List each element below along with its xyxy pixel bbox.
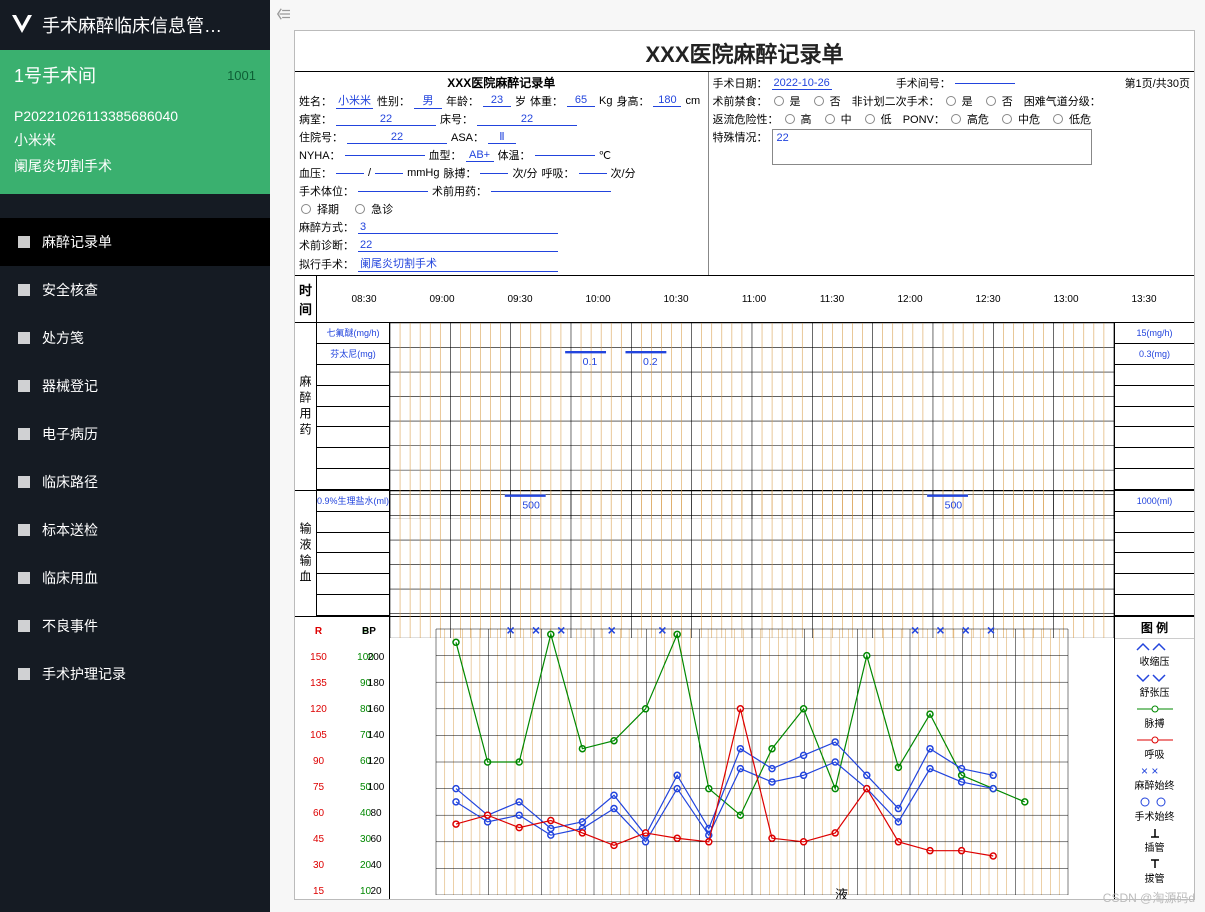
radio-emergency[interactable] [355, 204, 365, 214]
nav-item-0[interactable]: 麻醉记录单 [0, 218, 270, 266]
fluid-totals: 1000(ml) [1114, 491, 1194, 616]
nav-item-2[interactable]: 处方笺 [0, 314, 270, 362]
legend: 图 例 收缩压舒张压脉搏呼吸× ×麻醉始终手术始终插管拔管 [1114, 617, 1194, 900]
patient-surgery: 阑尾炎切割手术 [14, 156, 256, 176]
svg-text:0.2: 0.2 [643, 356, 658, 368]
header-right: 手术日期：2022-10-26 手术间号： 第1页/共30页 术前禁食：是 否 … [709, 72, 1194, 275]
room-card: 1号手术间 1001 P20221026113385686040 小米米 阑尾炎… [0, 50, 270, 194]
svg-text:×: × [658, 622, 666, 638]
drug-grid: 0.1 0.2 [390, 323, 1114, 490]
nav-item-3[interactable]: 器械登记 [0, 362, 270, 410]
special-box[interactable]: 22 [772, 129, 1092, 165]
doc-title: XXX医院麻醉记录单 [295, 31, 1194, 71]
nav-item-1[interactable]: 安全核查 [0, 266, 270, 314]
svg-text:× ×: × × [1141, 765, 1158, 777]
patient-id: P20221026113385686040 [14, 108, 256, 124]
svg-text:×: × [987, 622, 995, 638]
svg-text:×: × [557, 622, 565, 638]
app-logo-row: 手术麻醉临床信息管… [0, 0, 270, 50]
vital-chart: × × × × × × × × × [390, 617, 1114, 895]
nav-item-5[interactable]: 临床路径 [0, 458, 270, 506]
nav-list: 麻醉记录单安全核查处方笺器械登记电子病历临床路径标本送检临床用血不良事件手术护理… [0, 194, 270, 698]
svg-text:×: × [911, 622, 919, 638]
svg-text:×: × [962, 622, 970, 638]
svg-text:500: 500 [945, 500, 963, 512]
nav-item-8[interactable]: 不良事件 [0, 602, 270, 650]
svg-text:500: 500 [522, 500, 540, 512]
section-fluids: 输液输血 [295, 491, 317, 616]
patient-name: 小米米 [14, 130, 256, 150]
header-left: XXX医院麻醉记录单 姓名：小米米 性别：男 年龄：23岁 体重：65Kg 身高… [295, 72, 709, 275]
fluid-grid: 500 500 [390, 491, 1114, 616]
nav-item-9[interactable]: 手术护理记录 [0, 650, 270, 698]
logo-icon [10, 13, 34, 37]
app-title: 手术麻醉临床信息管… [42, 12, 222, 38]
hdr-subtitle: XXX医院麻醉记录单 [299, 74, 704, 91]
nav-item-4[interactable]: 电子病历 [0, 410, 270, 458]
drug-totals: 15(mg/h)0.3(mg) [1114, 323, 1194, 490]
time-label: 时 间 [295, 276, 317, 322]
svg-text:×: × [532, 622, 540, 638]
drug-names: 七氟醚(mg/h)芬太尼(mg) [317, 323, 390, 490]
room-name: 1号手术间 [14, 62, 96, 88]
watermark: CSDN @淘源码d [1103, 889, 1195, 906]
toolbar [270, 0, 1205, 30]
room-num: 1001 [227, 68, 256, 83]
collapse-icon[interactable] [276, 7, 290, 24]
sidebar: 手术麻醉临床信息管… 1号手术间 1001 P20221026113385686… [0, 0, 270, 912]
nav-item-7[interactable]: 临床用血 [0, 554, 270, 602]
nav-item-6[interactable]: 标本送检 [0, 506, 270, 554]
svg-text:×: × [936, 622, 944, 638]
svg-text:×: × [608, 622, 616, 638]
time-axis: 08:3009:0009:3010:0010:3011:0011:3012:00… [317, 276, 1195, 322]
document: XXX医院麻醉记录单 XXX医院麻醉记录单 姓名：小米米 性别：男 年龄：23岁… [294, 30, 1195, 900]
main-area: XXX医院麻醉记录单 XXX医院麻醉记录单 姓名：小米米 性别：男 年龄：23岁… [270, 0, 1205, 912]
svg-text:×: × [507, 622, 515, 638]
section-drugs: 麻醉用药 [295, 323, 317, 490]
fluid-names: 0.9%生理盐水(ml) [317, 491, 390, 616]
svg-text:0.1: 0.1 [583, 356, 598, 368]
radio-elective[interactable] [301, 204, 311, 214]
liquid-tag: 液 [835, 884, 848, 900]
